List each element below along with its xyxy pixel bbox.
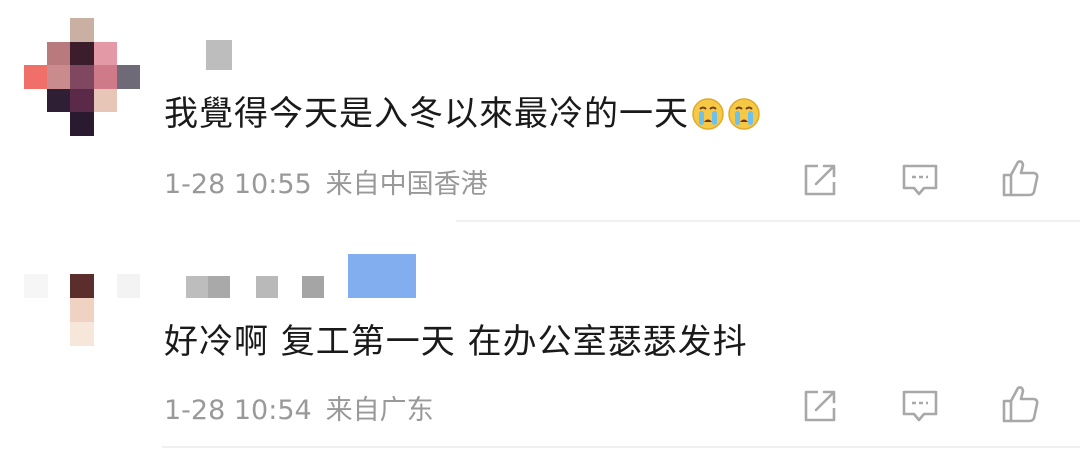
comment-icon bbox=[902, 164, 938, 196]
avatar[interactable] bbox=[24, 274, 142, 346]
comment-text: 我覺得今天是入冬以來最冷的一天 bbox=[164, 86, 761, 135]
comment-item[interactable]: 我覺得今天是入冬以來最冷的一天 1-28 10:55 来自中国香港 bbox=[0, 0, 1080, 222]
share-button[interactable] bbox=[798, 384, 842, 428]
comment-button[interactable] bbox=[898, 384, 942, 428]
comment-text-content: 好冷啊 复工第一天 在办公室瑟瑟发抖 bbox=[164, 322, 748, 362]
crying-face-icon bbox=[691, 97, 725, 131]
avatar[interactable] bbox=[24, 18, 142, 136]
comment-divider bbox=[162, 446, 1080, 448]
comment-item[interactable]: 好冷啊 复工第一天 在办公室瑟瑟发抖 1-28 10:54 来自广东 bbox=[0, 222, 1080, 460]
comment-meta: 1-28 10:55 来自中国香港 bbox=[164, 162, 488, 201]
like-button[interactable] bbox=[998, 382, 1042, 426]
username-blurred[interactable] bbox=[206, 40, 232, 70]
like-button[interactable] bbox=[998, 156, 1042, 200]
comment-icon bbox=[902, 390, 938, 422]
comment-location: 来自中国香港 bbox=[325, 169, 488, 200]
thumbs-up-icon bbox=[1002, 386, 1039, 423]
comment-time: 1-28 10:55 bbox=[164, 169, 312, 200]
comment-time: 1-28 10:54 bbox=[164, 395, 312, 426]
crying-face-icon bbox=[727, 97, 761, 131]
comment-meta: 1-28 10:54 来自广东 bbox=[164, 388, 434, 427]
comment-location: 来自广东 bbox=[325, 395, 434, 426]
user-badge bbox=[348, 254, 416, 298]
comment-button[interactable] bbox=[898, 158, 942, 202]
comment-text-content: 我覺得今天是入冬以來最冷的一天 bbox=[164, 94, 689, 134]
share-icon bbox=[804, 164, 836, 196]
comment-text: 好冷啊 复工第一天 在办公室瑟瑟发抖 bbox=[164, 314, 748, 363]
share-button[interactable] bbox=[798, 158, 842, 202]
share-icon bbox=[804, 390, 836, 422]
thumbs-up-icon bbox=[1002, 160, 1039, 197]
